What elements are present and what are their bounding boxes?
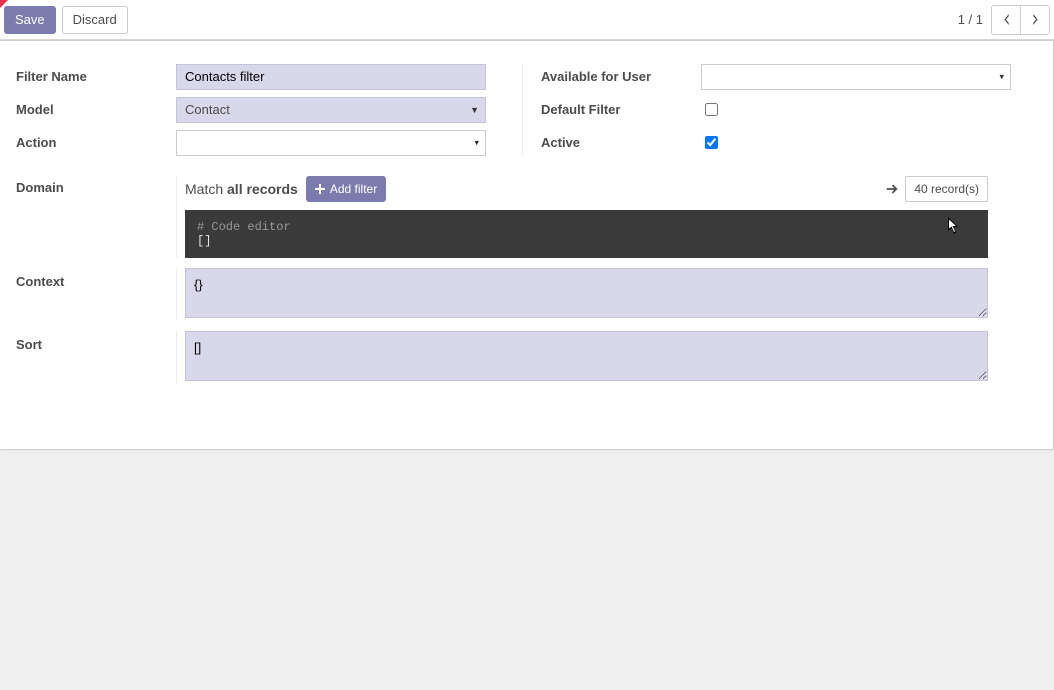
context-content xyxy=(176,268,988,321)
domain-code-comment: # Code editor xyxy=(197,220,291,234)
records-button[interactable]: 40 record(s) xyxy=(905,176,988,202)
sort-textarea[interactable] xyxy=(185,331,988,381)
default-filter-checkbox[interactable] xyxy=(705,103,718,116)
domain-header: Match all records Add filter 40 record(s… xyxy=(185,176,988,202)
form-sheet: Filter Name Model Contact ▼ Action ▾ Ava… xyxy=(0,40,1054,450)
filter-name-input[interactable] xyxy=(176,64,486,90)
plus-icon xyxy=(315,184,325,194)
pager: 1 / 1 xyxy=(958,5,1050,35)
active-label: Active xyxy=(541,129,701,156)
chevron-right-icon xyxy=(1032,14,1039,25)
model-label: Model xyxy=(16,96,176,123)
active-checkbox[interactable] xyxy=(705,136,718,149)
action-label: Action xyxy=(16,129,176,156)
available-user-label: Available for User xyxy=(541,63,701,90)
form-sheet-wrapper: Filter Name Model Contact ▼ Action ▾ Ava… xyxy=(0,40,1054,450)
default-filter-label: Default Filter xyxy=(541,96,701,123)
arrow-right-icon xyxy=(885,182,899,196)
caret-down-icon: ▼ xyxy=(470,105,479,115)
add-filter-button[interactable]: Add filter xyxy=(306,176,386,202)
domain-label: Domain xyxy=(16,176,176,201)
records-wrap: 40 record(s) xyxy=(885,176,988,202)
domain-code-value: [] xyxy=(197,234,211,248)
domain-content: Match all records Add filter 40 record(s… xyxy=(176,176,988,258)
model-select-value: Contact xyxy=(185,102,230,117)
right-column: Available for User ▾ Default Filter Acti… xyxy=(522,63,1011,156)
context-textarea[interactable] xyxy=(185,268,988,318)
available-user-select[interactable]: ▾ xyxy=(701,64,1011,90)
domain-code-editor[interactable]: # Code editor [] xyxy=(185,210,988,258)
pager-prev-button[interactable] xyxy=(992,6,1020,34)
top-toolbar: Save Discard 1 / 1 xyxy=(0,0,1054,40)
pager-text: 1 / 1 xyxy=(958,12,983,27)
modified-indicator xyxy=(0,0,9,9)
sort-content xyxy=(176,331,988,384)
model-select[interactable]: Contact ▼ xyxy=(176,97,486,123)
discard-button[interactable]: Discard xyxy=(62,6,128,34)
pager-buttons xyxy=(991,5,1050,35)
action-select[interactable]: ▾ xyxy=(176,130,486,156)
domain-match-prefix: Match xyxy=(185,181,227,197)
caret-down-icon: ▾ xyxy=(474,137,479,148)
add-filter-label: Add filter xyxy=(330,182,377,196)
pager-next-button[interactable] xyxy=(1020,6,1049,34)
domain-match-bold: all records xyxy=(227,181,298,197)
left-column: Filter Name Model Contact ▼ Action ▾ xyxy=(16,63,486,156)
sort-label: Sort xyxy=(16,331,176,358)
domain-match-text: Match all records xyxy=(185,181,298,197)
save-button[interactable]: Save xyxy=(4,6,56,34)
filter-name-label: Filter Name xyxy=(16,63,176,90)
context-label: Context xyxy=(16,268,176,295)
upper-columns: Filter Name Model Contact ▼ Action ▾ Ava… xyxy=(16,63,1029,156)
lower-section: Domain Match all records Add filter xyxy=(16,176,1029,384)
caret-down-icon: ▾ xyxy=(999,71,1004,82)
chevron-left-icon xyxy=(1003,14,1010,25)
